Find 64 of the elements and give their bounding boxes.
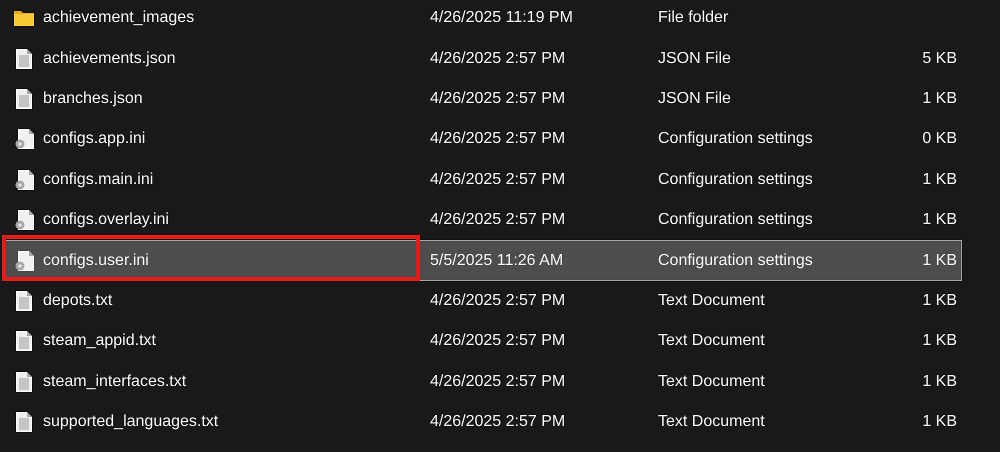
file-size: 1 KB [922,170,958,189]
file-name: steam_interfaces.txt [43,372,188,391]
file-size: 1 KB [922,252,958,270]
file-name: depots.txt [43,292,114,310]
file-row[interactable]: configs.overlay.ini 4/26/2025 2:57 PM Configuration settings 1 KB [4,200,962,240]
file-name: branches.json [43,90,144,108]
document-icon [16,331,32,352]
file-type: File folder [658,9,730,28]
file-name: configs.main.ini [43,170,154,189]
document-icon [16,88,32,109]
file-type: Text Document [658,413,766,432]
file-size: 1 KB [922,211,958,230]
file-type: Text Document [658,292,766,310]
file-name: achievements.json [43,50,177,68]
file-type: Configuration settings [658,252,814,270]
settings-file-icon [14,250,34,271]
date-modified: 4/26/2025 2:57 PM [430,292,566,310]
document-icon [16,372,32,392]
date-modified: 4/26/2025 2:57 PM [430,50,566,68]
file-row[interactable]: achievement_images 4/26/2025 11:19 PM File folder [4,0,962,38]
file-size: 0 KB [922,130,958,148]
date-modified: 4/26/2025 2:57 PM [430,372,566,391]
document-icon [16,290,32,311]
file-row[interactable]: supported_languages.txt 4/26/2025 2:57 PM Text Document 1 KB [4,402,962,442]
settings-file-icon [14,170,34,190]
settings-file-icon [14,210,34,230]
file-type: JSON File [658,50,732,68]
file-type: Configuration settings [658,170,814,189]
file-size: 1 KB [922,292,958,310]
file-row[interactable]: configs.main.ini 4/26/2025 2:57 PM Configuration settings 1 KB [4,160,962,200]
date-modified: 4/26/2025 2:57 PM [430,90,566,108]
file-size: 1 KB [922,372,958,391]
file-size: 1 KB [922,90,958,108]
file-type: JSON File [658,90,732,108]
file-name: steam_appid.txt [43,332,157,350]
file-name: configs.overlay.ini [43,211,170,230]
date-modified: 4/26/2025 2:57 PM [430,413,566,432]
file-row[interactable]: steam_appid.txt 4/26/2025 2:57 PM Text Document 1 KB [4,321,962,362]
file-size: 5 KB [922,50,958,68]
file-size: 1 KB [922,413,958,432]
file-type: Configuration settings [658,130,814,148]
file-type: Text Document [658,372,766,391]
file-size: 1 KB [922,332,958,350]
date-modified: 4/26/2025 2:57 PM [430,332,566,350]
date-modified: 4/26/2025 2:57 PM [430,130,566,148]
file-row[interactable]: achievements.json 4/26/2025 2:57 PM JSON File 5 KB [4,38,962,79]
file-name: configs.user.ini [43,252,150,270]
date-modified: 5/5/2025 11:26 AM [430,252,564,270]
file-row[interactable]: steam_interfaces.txt 4/26/2025 2:57 PM Text Document 1 KB [4,362,962,402]
document-icon [16,48,32,69]
date-modified: 4/26/2025 2:57 PM [430,211,566,230]
file-name: configs.app.ini [43,130,146,148]
file-type: Text Document [658,332,766,350]
date-modified: 4/26/2025 2:57 PM [430,170,566,189]
file-row[interactable]: depots.txt 4/26/2025 2:57 PM Text Document 1 KB [4,280,962,322]
file-type: Configuration settings [658,211,814,230]
folder-icon [14,10,34,26]
date-modified: 4/26/2025 11:19 PM [430,9,574,28]
file-row[interactable]: branches.json 4/26/2025 2:57 PM JSON File 1 KB [4,78,962,120]
file-name: achievement_images [43,9,196,28]
settings-file-icon [14,129,34,150]
file-row[interactable]: configs.app.ini 4/26/2025 2:57 PM Configuration settings 0 KB [4,119,962,160]
file-name: supported_languages.txt [43,413,220,432]
document-icon [16,412,32,432]
